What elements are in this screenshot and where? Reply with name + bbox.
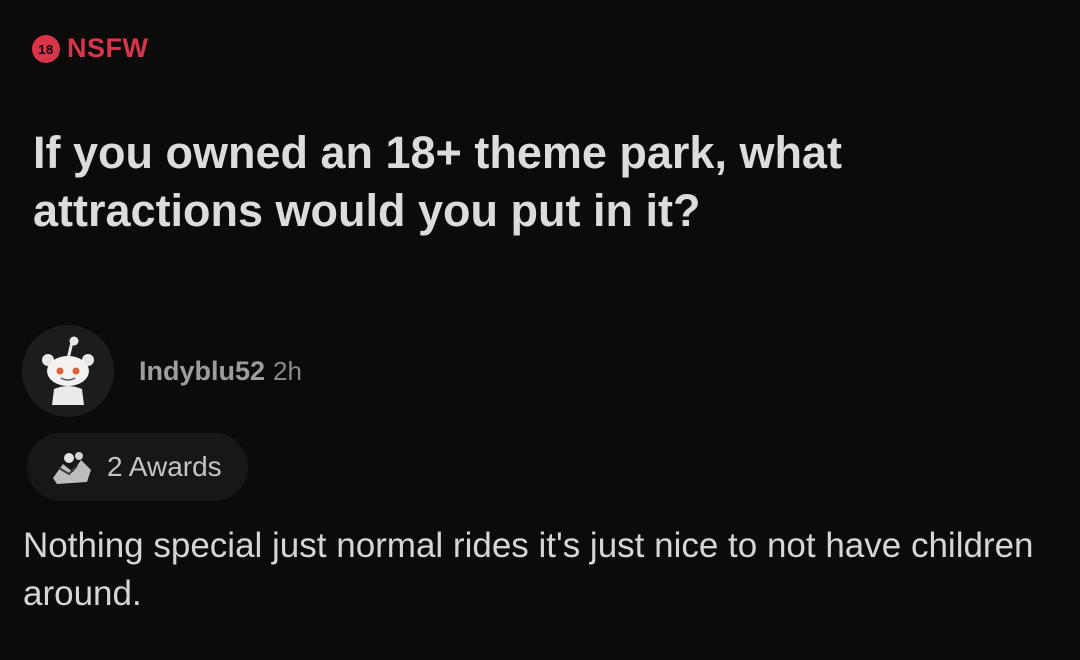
comment-header: Indyblu52 2h: [22, 325, 302, 417]
comment-timestamp: 2h: [273, 355, 302, 386]
snoo-avatar-icon: [42, 336, 94, 405]
comment-meta: Indyblu52 2h: [139, 356, 302, 387]
nsfw-tag: 18 NSFW: [31, 33, 148, 64]
comment-body: Nothing special just normal rides it's j…: [23, 526, 1034, 613]
post-title[interactable]: If you owned an 18+ theme park, what att…: [33, 124, 1043, 240]
awards-chip[interactable]: 2 Awards: [27, 433, 248, 501]
avatar[interactable]: [22, 325, 114, 417]
nsfw-badge-number: 18: [38, 42, 53, 57]
awards-label: 2 Awards: [107, 451, 222, 482]
nsfw-label: NSFW: [67, 33, 149, 63]
comment-author[interactable]: Indyblu52: [139, 356, 265, 386]
award-icon: [53, 452, 91, 484]
nsfw-18-badge-icon: 18: [32, 34, 60, 63]
